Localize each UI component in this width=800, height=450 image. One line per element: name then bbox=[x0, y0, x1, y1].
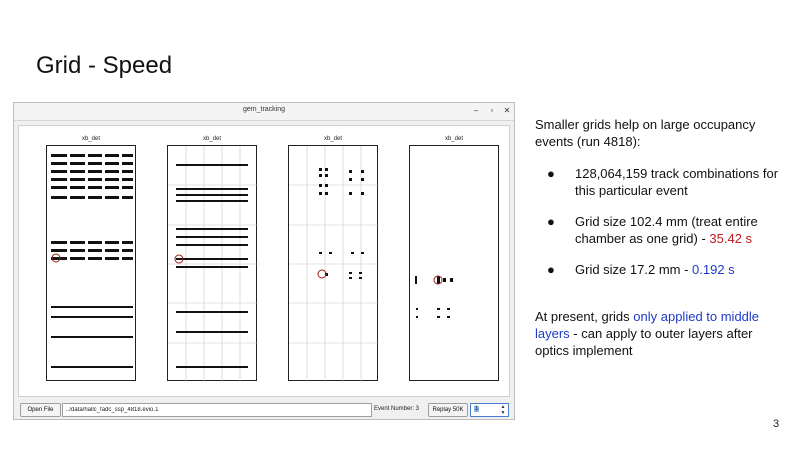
slide-title: Grid - Speed bbox=[36, 52, 173, 79]
event-spinbox[interactable]: 1 ▲ ▼ bbox=[470, 403, 509, 417]
fast-time-value: 0.192 s bbox=[692, 262, 735, 277]
replay-button[interactable]: Replay 50K bbox=[428, 403, 468, 417]
hit-plot-1 bbox=[51, 152, 133, 368]
minimize-icon[interactable]: – bbox=[470, 105, 482, 117]
bullet-icon: ● bbox=[547, 214, 555, 229]
bullet-text: 128,064,159 track combinations for this … bbox=[575, 166, 779, 198]
panel-label: xb_det bbox=[444, 136, 463, 142]
detector-panel-3: xb_det bbox=[288, 136, 379, 382]
detector-panel-2: xb_det bbox=[167, 136, 258, 382]
file-path-input[interactable] bbox=[62, 403, 372, 417]
bullet-icon: ● bbox=[547, 262, 555, 277]
panel-label: xb_det bbox=[323, 136, 342, 142]
hit-plot-2 bbox=[168, 146, 258, 382]
panel-label: xb_det bbox=[81, 136, 100, 142]
detector-canvas[interactable]: xb_det xb_det xb_det xb_det bbox=[18, 125, 510, 397]
gem-tracking-window: gem_tracking – ▫ ✕ xb_det xb_det xb_det … bbox=[13, 102, 515, 420]
panel-frame bbox=[409, 145, 499, 381]
hit-plot-3 bbox=[289, 146, 379, 382]
control-bar: Open File Event Number: 3 Replay 50K 1 ▲… bbox=[18, 402, 510, 418]
detector-panel-1: xb_det bbox=[46, 136, 136, 381]
bullet-item: ● Grid size 17.2 mm - 0.192 s bbox=[535, 261, 785, 278]
bullet-text: Grid size 17.2 mm - bbox=[575, 262, 693, 277]
panel-frame bbox=[46, 145, 136, 381]
bullet-item: ● Grid size 102.4 mm (treat entire chamb… bbox=[535, 213, 785, 247]
window-title: gem_tracking bbox=[242, 106, 286, 113]
present-note: At present, grids only applied to middle… bbox=[535, 308, 785, 359]
notes-bullets: ● 128,064,159 track combinations for thi… bbox=[535, 165, 785, 278]
hit-plot-4 bbox=[415, 275, 453, 318]
slide-notes: Smaller grids help on large occupancy ev… bbox=[535, 116, 785, 359]
open-file-button[interactable]: Open File bbox=[20, 403, 61, 417]
slow-time-value: 35.42 s bbox=[709, 231, 753, 246]
event-number-label: Event Number: 3 bbox=[374, 406, 420, 412]
panel-frame bbox=[167, 145, 258, 382]
panel-label: xb_det bbox=[202, 136, 221, 142]
bullet-item: ● 128,064,159 track combinations for thi… bbox=[535, 165, 785, 199]
panel-frame bbox=[288, 145, 379, 382]
notes-intro: Smaller grids help on large occupancy ev… bbox=[535, 117, 756, 149]
spinbox-arrows-icon[interactable]: ▲ ▼ bbox=[499, 404, 507, 416]
page-number: 3 bbox=[773, 418, 780, 430]
window-titlebar[interactable]: gem_tracking – ▫ ✕ bbox=[14, 103, 514, 121]
present-lead: At present, grids bbox=[535, 309, 634, 324]
maximize-icon[interactable]: ▫ bbox=[486, 105, 498, 117]
bullet-icon: ● bbox=[547, 166, 555, 181]
close-icon[interactable]: ✕ bbox=[501, 105, 513, 117]
detector-panel-4: xb_det bbox=[409, 136, 499, 381]
spinbox-value[interactable]: 1 bbox=[474, 406, 480, 412]
